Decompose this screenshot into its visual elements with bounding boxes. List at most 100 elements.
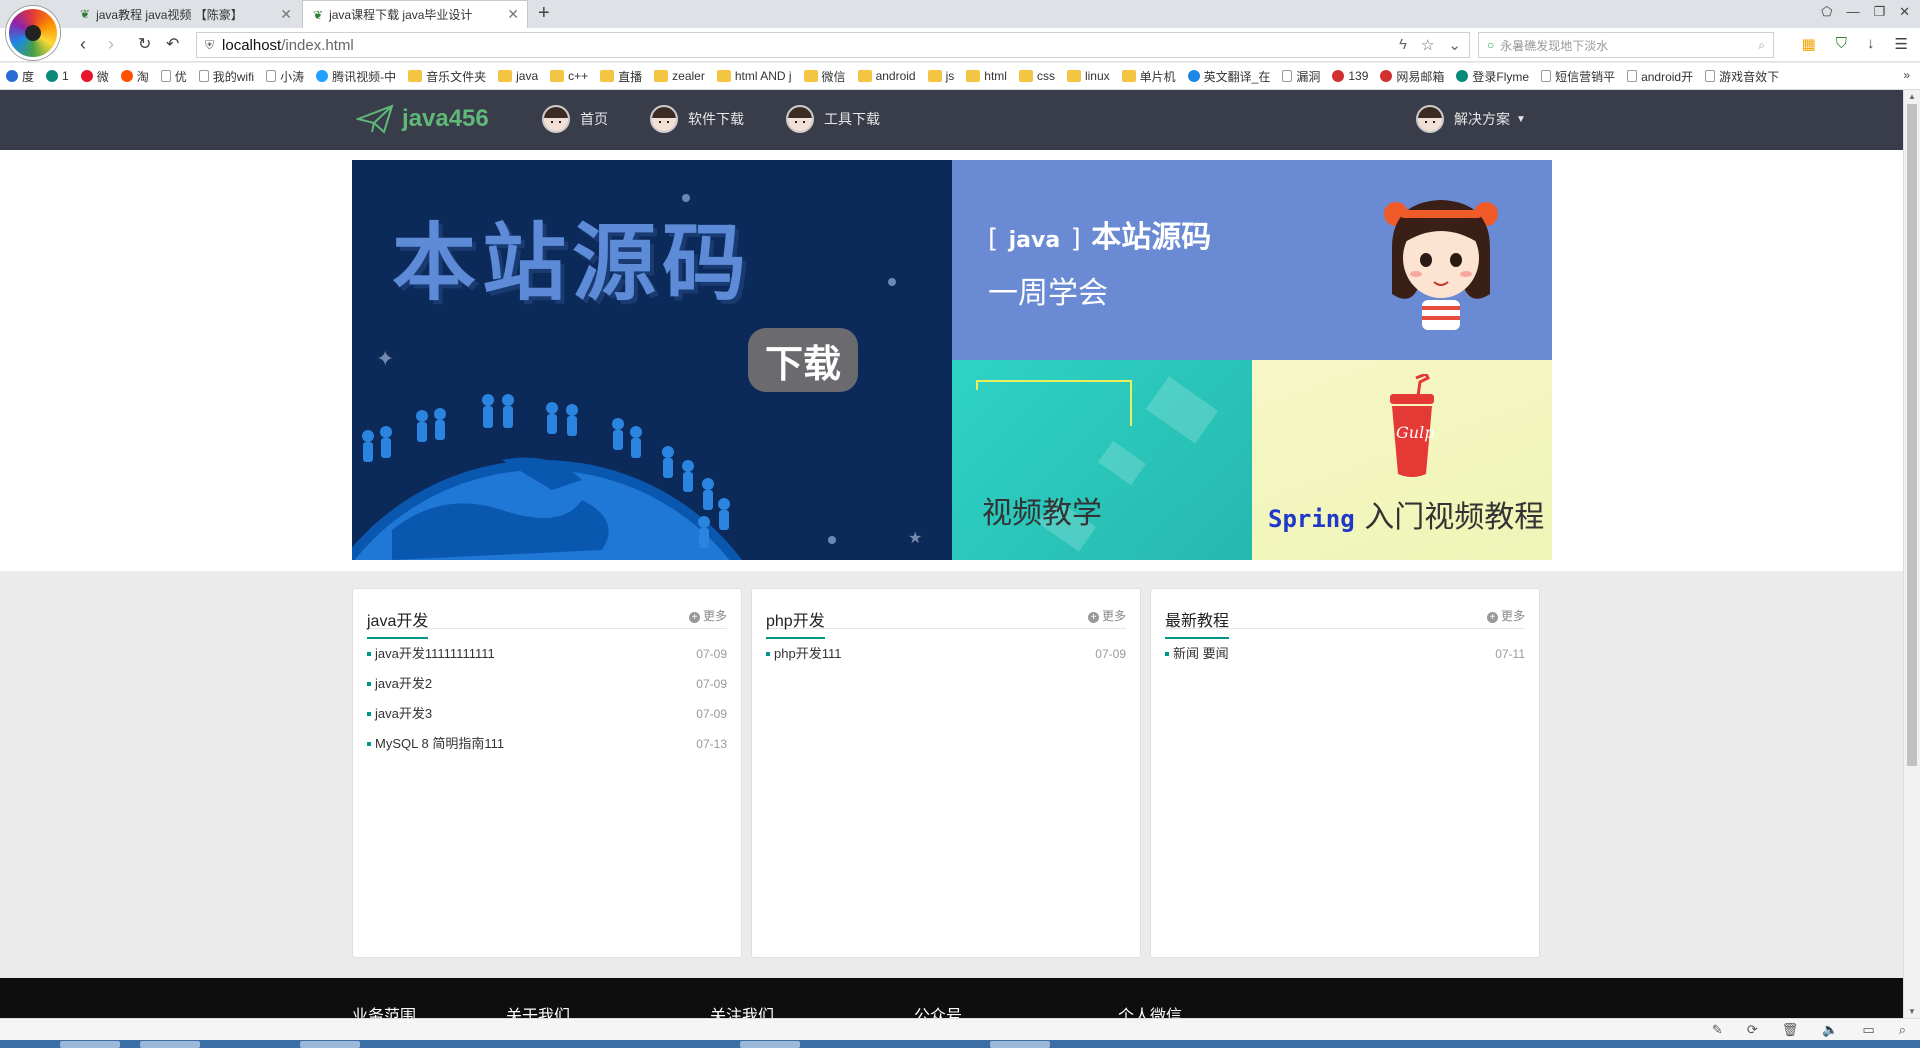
banner-main[interactable]: ✦ ★ 本站源码 下载 <box>352 160 952 560</box>
bookmark-item[interactable]: html <box>966 69 1007 83</box>
forward-icon[interactable]: › <box>108 34 114 55</box>
bookmark-item[interactable]: linux <box>1066 69 1110 83</box>
window-icon[interactable]: ▭ <box>1862 1022 1874 1038</box>
apps-icon[interactable]: ▦ <box>1802 35 1816 53</box>
taskbar-item[interactable] <box>140 1041 200 1048</box>
taskbar-item[interactable] <box>990 1041 1050 1048</box>
more-link[interactable]: + 更多 <box>1087 607 1126 624</box>
bookmark-item[interactable]: 度 <box>6 68 34 85</box>
search-input[interactable]: ○ 永暑礁发现地下淡水 ⌕ <box>1478 32 1774 58</box>
bookmark-item[interactable]: 英文翻译_在 <box>1187 68 1270 85</box>
bookmark-item[interactable]: 游戏音效下 <box>1705 68 1779 85</box>
bookmark-item[interactable]: 网易邮箱 <box>1380 68 1444 85</box>
banner-spring-course[interactable]: Gulp Spring 入门视频教程 <box>1252 360 1552 560</box>
tab-java-tutorial[interactable]: ❦ java教程 java视频 【陈豪】 ✕ <box>70 0 300 28</box>
banner-video-teaching[interactable]: 视频教学 <box>952 360 1252 560</box>
address-bar[interactable]: ⛨ localhost/index.html ϟ ☆ ⌄ <box>196 32 1470 58</box>
zoom-icon[interactable]: ⌕ <box>1899 1022 1906 1038</box>
reload-icon[interactable]: ↻ <box>138 34 151 54</box>
list-item[interactable]: java开发3 07-09 <box>367 705 727 735</box>
banner-java-source[interactable]: [ java ] 本站源码 一周学会 <box>952 160 1552 360</box>
nav-item-home[interactable]: 首页 <box>542 105 608 133</box>
panel-title: 最新教程 <box>1165 607 1230 639</box>
bookmark-item[interactable]: 我的wifi <box>198 68 254 85</box>
bookmark-item[interactable]: 短信营销平 <box>1541 68 1615 85</box>
trash-icon[interactable]: 🗑 <box>1782 1022 1799 1038</box>
lightning-icon[interactable]: ϟ <box>1399 36 1407 54</box>
browser-logo-icon[interactable] <box>6 6 60 60</box>
list-item[interactable]: java开发11111111111 07-09 <box>367 645 727 675</box>
item-title[interactable]: MySQL 8 简明指南111 <box>375 736 504 751</box>
list-item[interactable]: php开发111 07-09 <box>766 645 1126 675</box>
url-text[interactable]: localhost/index.html <box>222 37 354 54</box>
bookmark-item[interactable]: css <box>1018 69 1055 83</box>
item-title[interactable]: java开发2 <box>375 676 432 691</box>
bookmark-item[interactable]: 139 <box>1332 69 1368 83</box>
bookmark-item[interactable]: 登录Flyme <box>1456 68 1529 85</box>
back-icon[interactable]: ‹ <box>80 34 86 55</box>
bookmark-item[interactable]: js <box>927 69 954 83</box>
site-footer: 业务范围 关于我们 关注我们 公众号 个人微信 <box>0 978 1903 1018</box>
star-icon[interactable]: ☆ <box>1421 36 1434 54</box>
bookmark-item[interactable]: html AND j <box>716 69 792 83</box>
search-icon[interactable]: ⌕ <box>1758 38 1765 53</box>
taskbar-item[interactable] <box>300 1041 360 1048</box>
bookmark-item[interactable]: 微 <box>80 68 109 85</box>
bookmark-item[interactable]: android开 <box>1627 68 1693 85</box>
bookmark-item[interactable]: 微信 <box>803 68 846 85</box>
paw-icon <box>6 70 18 82</box>
footer-heading: 公众号 <box>914 1008 963 1018</box>
minimize-icon[interactable]: — <box>1846 4 1859 20</box>
maximize-icon[interactable]: ❐ <box>1873 4 1885 20</box>
sync-icon[interactable]: ⟳ <box>1747 1022 1758 1038</box>
item-title[interactable]: java开发3 <box>375 706 432 721</box>
close-window-icon[interactable]: ✕ <box>1899 4 1910 20</box>
taskbar-item[interactable] <box>740 1041 800 1048</box>
nav-item-tools[interactable]: 工具下载 <box>786 105 880 133</box>
download-icon[interactable]: ↓ <box>1867 35 1875 53</box>
vertical-scrollbar[interactable]: ▲ ▼ <box>1903 90 1920 1018</box>
bookmark-item[interactable]: 1 <box>46 69 69 83</box>
tab-java-download[interactable]: ❦ java课程下载 java毕业设计 ✕ <box>302 0 528 28</box>
scroll-down-icon[interactable]: ▼ <box>1908 1007 1916 1016</box>
close-icon[interactable]: ✕ <box>280 6 292 23</box>
more-link[interactable]: + 更多 <box>688 607 727 624</box>
item-title[interactable]: php开发111 <box>774 646 841 661</box>
bookmark-item[interactable]: 小涛 <box>266 68 304 85</box>
bookmark-item[interactable]: 优 <box>160 68 187 85</box>
site-logo[interactable]: java456 <box>356 104 489 134</box>
bookmarks-more-icon[interactable]: » <box>1903 68 1910 82</box>
chevron-down-icon[interactable]: ⌄ <box>1448 36 1461 54</box>
nav-item-software[interactable]: 软件下载 <box>650 105 744 133</box>
list-item[interactable]: java开发2 07-09 <box>367 675 727 705</box>
bookmark-item[interactable]: 漏洞 <box>1282 68 1320 85</box>
folder-icon <box>966 70 981 82</box>
scroll-thumb[interactable] <box>1907 104 1917 766</box>
translate-icon <box>1187 70 1200 82</box>
bookmark-item[interactable]: c++ <box>550 69 588 83</box>
bookmark-item[interactable]: 腾讯视频-中 <box>316 68 396 85</box>
bookmark-item[interactable]: java <box>498 69 538 83</box>
bookmark-item[interactable]: 淘 <box>120 68 149 85</box>
nav-item-solutions[interactable]: 解决方案 ▼ <box>1416 105 1526 133</box>
list-item[interactable]: MySQL 8 简明指南111 07-13 <box>367 735 727 765</box>
bookmark-item[interactable]: android <box>857 69 916 83</box>
item-title[interactable]: 新闻 要闻 <box>1173 646 1229 661</box>
more-link[interactable]: + 更多 <box>1486 607 1525 624</box>
skin-icon[interactable]: ⬠ <box>1821 4 1832 20</box>
bookmark-item[interactable]: 音乐文件夹 <box>408 68 486 85</box>
bookmark-item[interactable]: 直播 <box>600 68 642 85</box>
taskbar-item[interactable] <box>60 1041 120 1048</box>
shield-icon[interactable]: ⛉ <box>1836 35 1847 53</box>
bookmark-item[interactable]: 单片机 <box>1121 68 1176 85</box>
volume-icon[interactable]: 🔈 <box>1822 1022 1838 1038</box>
list-item[interactable]: 新闻 要闻 07-11 <box>1165 645 1525 675</box>
scroll-up-icon[interactable]: ▲ <box>1908 92 1916 101</box>
pin-icon[interactable]: ✎ <box>1712 1022 1723 1038</box>
close-icon[interactable]: ✕ <box>507 6 519 23</box>
undo-icon[interactable]: ↶ <box>166 34 179 54</box>
item-title[interactable]: java开发11111111111 <box>375 646 495 661</box>
menu-icon[interactable]: ☰ <box>1895 35 1908 53</box>
bookmark-item[interactable]: zealer <box>654 69 705 83</box>
new-tab-button[interactable]: + <box>538 2 550 25</box>
